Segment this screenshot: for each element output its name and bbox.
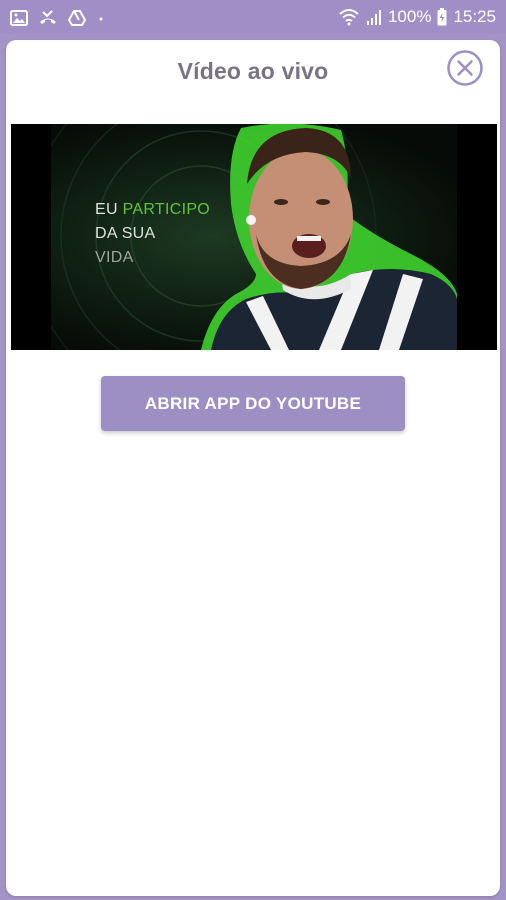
drive-icon — [68, 10, 86, 26]
close-circle-icon — [447, 50, 483, 86]
video-overlay-text: EU PARTICIPO DA SUA VIDA — [95, 198, 210, 270]
video-text-participo: PARTICIPO — [122, 201, 211, 218]
status-time: 15:25 — [453, 7, 496, 26]
image-icon — [10, 10, 28, 26]
live-video-modal: Vídeo ao vivo EU PARTICIPO DA SUA VIDA A… — [6, 40, 500, 896]
video-text-line3: VIDA — [95, 249, 134, 266]
wifi-icon — [338, 8, 360, 26]
close-button[interactable] — [447, 50, 483, 86]
missed-call-icon — [38, 10, 58, 26]
live-video-player[interactable]: EU PARTICIPO DA SUA VIDA — [11, 124, 497, 350]
video-text-line2: DA SUA — [95, 225, 156, 242]
status-bar: 100% 15:25 — [0, 0, 506, 34]
status-left-icons — [10, 8, 106, 28]
battery-icon — [437, 8, 447, 26]
open-youtube-app-button[interactable]: ABRIR APP DO YOUTUBE — [101, 376, 405, 431]
video-text-eu: EU — [95, 201, 123, 218]
video-frame: EU PARTICIPO DA SUA VIDA — [51, 124, 457, 350]
battery-percent: 100% — [387, 7, 432, 26]
video-text-line1: EU PARTICIPO — [95, 198, 210, 222]
modal-title: Vídeo ao vivo — [177, 58, 329, 84]
dot-icon — [96, 10, 106, 26]
signal-icon — [366, 8, 382, 26]
status-right-icons: 100% 15:25 — [338, 6, 496, 28]
